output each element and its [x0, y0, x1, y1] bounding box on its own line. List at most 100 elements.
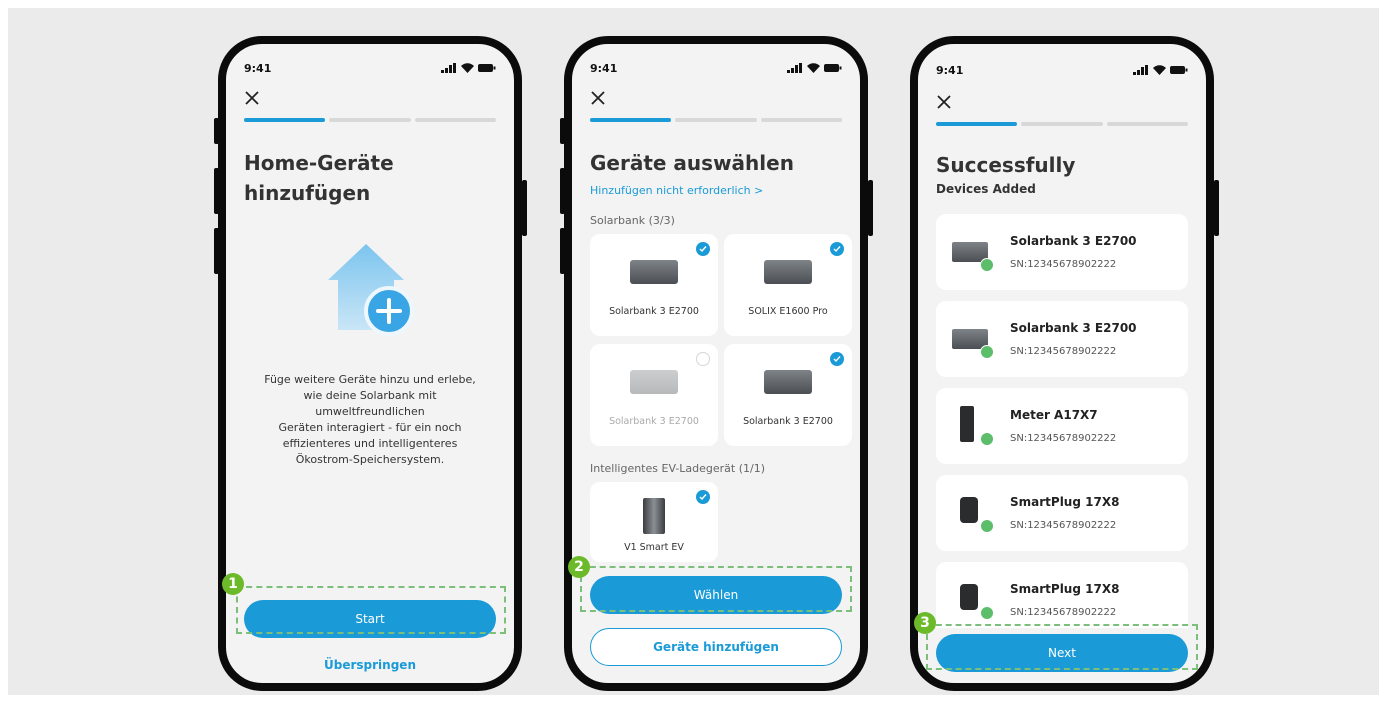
device-label: Solarbank 3 E2700	[743, 416, 833, 427]
device-row[interactable]: Solarbank 3 E2700 SN:12345678902222	[936, 301, 1188, 377]
solix-icon	[764, 260, 812, 284]
checkmark-icon[interactable]	[830, 352, 844, 366]
description-line: Ökostrom-Speichersystem.	[295, 453, 445, 466]
add-devices-button[interactable]: Geräte hinzufügen	[590, 628, 842, 666]
status-bar: 9:41	[244, 58, 496, 78]
close-icon[interactable]	[588, 88, 608, 108]
smartplug-icon	[952, 497, 994, 533]
phone-side-button	[868, 180, 873, 236]
close-icon[interactable]	[934, 92, 954, 112]
not-required-link[interactable]: Hinzufügen nicht erforderlich >	[590, 184, 763, 197]
progress-step-2	[1021, 122, 1103, 126]
device-label: Solarbank 3 E2700	[609, 416, 699, 427]
device-card[interactable]: Solarbank 3 E2700	[590, 234, 718, 336]
meter-icon	[952, 406, 994, 446]
smartplug-icon	[952, 584, 994, 620]
progress-step-1	[244, 118, 326, 122]
solarbank-icon	[764, 370, 812, 394]
wifi-icon	[1153, 65, 1166, 75]
progress-step-3	[760, 118, 842, 122]
step-badge: 2	[568, 556, 590, 578]
battery-icon	[1170, 66, 1188, 74]
checkmark-icon[interactable]	[830, 242, 844, 256]
device-serial: SN:12345678902222	[1010, 433, 1117, 444]
device-row[interactable]: SmartPlug 17X8 SN:12345678902222	[936, 562, 1188, 628]
success-check-icon	[980, 519, 994, 533]
close-icon[interactable]	[242, 88, 262, 108]
success-check-icon	[980, 345, 994, 359]
device-card[interactable]: SOLIX E1600 Pro	[724, 234, 852, 336]
progress-step-3	[414, 118, 496, 122]
section-label-solarbank: Solarbank (3/3)	[590, 214, 675, 227]
status-bar: 9:41	[590, 58, 842, 78]
phone-screen-devices-added: 9:41 Successfully Devices Added Solarban…	[910, 36, 1214, 691]
progress-step-2	[675, 118, 757, 122]
step-progress	[244, 118, 496, 122]
checkmark-icon[interactable]	[696, 242, 710, 256]
device-serial: SN:12345678902222	[1010, 346, 1117, 357]
page-title: Home-Geräte hinzufügen	[244, 148, 496, 208]
highlight-frame	[236, 586, 506, 634]
description-line: Füge weitere Geräte hinzu und erlebe,	[264, 373, 476, 386]
page-title-line-1: Home-Geräte	[244, 151, 394, 175]
step-progress	[936, 122, 1188, 126]
device-row[interactable]: Meter A17X7 SN:12345678902222	[936, 388, 1188, 464]
device-label: Solarbank 3 E2700	[609, 306, 699, 317]
signal-icon	[1133, 65, 1148, 75]
device-card[interactable]: Solarbank 3 E2700	[724, 344, 852, 446]
status-time: 9:41	[590, 61, 618, 75]
step-badge: 3	[914, 612, 936, 634]
ev-charger-icon	[643, 498, 665, 534]
device-label: V1 Smart EV	[624, 542, 684, 553]
status-bar: 9:41	[936, 60, 1188, 80]
solarbank-icon	[630, 370, 678, 394]
device-card[interactable]: V1 Smart EV	[590, 482, 718, 562]
unchecked-circle-icon[interactable]	[696, 352, 710, 366]
description-line: effizienteres und intelligenteres	[282, 437, 458, 450]
step-progress	[590, 118, 842, 122]
success-check-icon	[980, 606, 994, 620]
device-label: SOLIX E1600 Pro	[748, 306, 828, 317]
device-name: Meter A17X7	[1010, 408, 1098, 422]
phone-side-button	[1214, 180, 1219, 236]
section-label-ev-charger: Intelligentes EV-Ladegerät (1/1)	[590, 462, 766, 475]
phone-side-button	[522, 180, 527, 236]
home-add-icon	[328, 244, 414, 336]
device-serial: SN:12345678902222	[1010, 520, 1117, 531]
description-line: umweltfreundlichen	[315, 405, 425, 418]
description-line: wie deine Solarbank mit	[303, 389, 437, 402]
progress-step-1	[590, 118, 672, 122]
device-row[interactable]: Solarbank 3 E2700 SN:12345678902222	[936, 214, 1188, 290]
solarbank-icon	[952, 238, 994, 272]
status-time: 9:41	[244, 61, 272, 75]
device-serial: SN:12345678902222	[1010, 259, 1117, 270]
signal-icon	[787, 63, 802, 73]
signal-icon	[441, 63, 456, 73]
checkmark-icon[interactable]	[696, 490, 710, 504]
success-check-icon	[980, 258, 994, 272]
wifi-icon	[461, 63, 474, 73]
device-name: Solarbank 3 E2700	[1010, 321, 1137, 335]
page-subtitle: Devices Added	[936, 182, 1036, 196]
wifi-icon	[807, 63, 820, 73]
progress-step-3	[1106, 122, 1188, 126]
skip-link[interactable]: Überspringen	[226, 658, 514, 672]
progress-step-1	[936, 122, 1018, 126]
highlight-frame	[580, 566, 852, 612]
success-check-icon	[980, 432, 994, 446]
status-time: 9:41	[936, 63, 964, 77]
device-serial: SN:12345678902222	[1010, 607, 1117, 618]
page-title: Successfully	[936, 153, 1076, 177]
device-list: Solarbank 3 E2700 SN:12345678902222 Sola…	[918, 204, 1206, 628]
device-card[interactable]: Solarbank 3 E2700	[590, 344, 718, 446]
device-name: Solarbank 3 E2700	[1010, 234, 1137, 248]
battery-icon	[478, 64, 496, 72]
battery-icon	[824, 64, 842, 72]
highlight-frame	[926, 624, 1198, 670]
device-name: SmartPlug 17X8	[1010, 582, 1120, 596]
solarbank-icon	[630, 260, 678, 284]
page-title: Geräte auswählen	[590, 151, 794, 175]
page-title-line-2: hinzufügen	[244, 181, 371, 205]
device-row[interactable]: SmartPlug 17X8 SN:12345678902222	[936, 475, 1188, 551]
description-text: Füge weitere Geräte hinzu und erlebe, wi…	[242, 372, 498, 468]
